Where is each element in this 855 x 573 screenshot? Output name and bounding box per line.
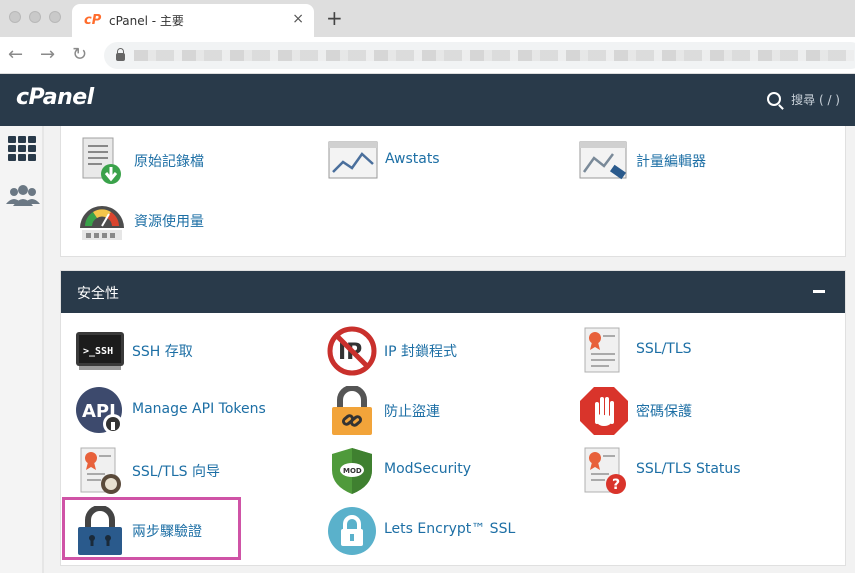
- apps-grid-icon[interactable]: [8, 136, 37, 161]
- metrics-panel: 原始記錄檔 Awstats 計量編輯器 資源使用量: [60, 126, 846, 257]
- resource-usage-label: 資源使用量: [134, 214, 204, 230]
- window-close-dot[interactable]: [9, 11, 21, 23]
- raw-log-label: 原始記錄檔: [134, 154, 204, 170]
- ip-blocker-label: IP 封鎖程式: [384, 344, 458, 360]
- forward-button[interactable]: →: [40, 44, 55, 65]
- modsecurity-shield-icon: MOD: [332, 448, 372, 494]
- api-token-icon: API: [76, 387, 123, 434]
- lets-encrypt-label: Lets Encrypt™ SSL: [384, 521, 516, 537]
- hotlink-label: 防止盜連: [384, 404, 440, 420]
- modsecurity-label: ModSecurity: [384, 461, 472, 477]
- metrics-editor-label: 計量編輯器: [636, 154, 706, 170]
- ssl-certificate-icon: [584, 327, 620, 373]
- cpanel-header: cPanel 搜尋 ( / ): [0, 74, 855, 126]
- svg-text:?: ?: [612, 477, 620, 493]
- search-button[interactable]: 搜尋 ( / ): [767, 91, 840, 108]
- ssh-label: SSH 存取: [132, 344, 193, 360]
- new-tab-button[interactable]: +: [326, 6, 343, 30]
- two-factor-highlight-box: [62, 497, 241, 560]
- left-sidebar: [0, 126, 44, 573]
- browser-toolbar: ← → ↻: [0, 37, 855, 74]
- password-protect-label: 密碼保護: [636, 404, 692, 420]
- collapse-minus-icon[interactable]: [813, 290, 825, 293]
- browser-tab[interactable]: cP cPanel - 主要 ×: [72, 4, 314, 37]
- ssh-icon: >_SSH: [76, 332, 124, 370]
- browser-tab-bar: cP cPanel - 主要 × +: [0, 0, 855, 37]
- reload-button[interactable]: ↻: [72, 44, 87, 65]
- search-icon: [767, 92, 782, 106]
- metrics-editor-icon: [579, 141, 627, 180]
- svg-text:MOD: MOD: [343, 467, 362, 475]
- ip-blocker-icon: IP: [327, 326, 377, 376]
- security-section-header[interactable]: 安全性: [61, 271, 845, 313]
- ssl-wizard-label: SSL/TLS 向导: [132, 464, 220, 480]
- awstats-icon: [328, 141, 378, 179]
- awstats-label: Awstats: [385, 151, 440, 167]
- tab-title: cPanel - 主要: [109, 14, 184, 28]
- ssl-wizard-icon: [80, 447, 121, 494]
- ssl-status-label: SSL/TLS Status: [636, 461, 741, 477]
- search-label: 搜尋 ( / ): [791, 93, 840, 107]
- cpanel-logo[interactable]: cPanel: [16, 85, 94, 110]
- section-title: 安全性: [77, 286, 119, 302]
- lock-icon: [116, 48, 125, 61]
- lets-encrypt-icon: [328, 507, 376, 555]
- resource-usage-icon: [80, 206, 124, 240]
- window-zoom-dot[interactable]: [49, 11, 61, 23]
- cpanel-favicon-icon: cP: [84, 13, 102, 28]
- stop-hand-icon: [580, 387, 628, 435]
- ssl-tls-label: SSL/TLS: [636, 341, 692, 357]
- svg-text:>_SSH: >_SSH: [83, 346, 113, 357]
- address-bar[interactable]: [104, 42, 855, 69]
- back-button[interactable]: ←: [8, 44, 23, 65]
- users-icon[interactable]: [5, 184, 41, 208]
- ssl-status-icon: ?: [584, 447, 626, 494]
- api-tokens-label: Manage API Tokens: [132, 401, 266, 417]
- blurred-url: [134, 50, 854, 61]
- tab-close-icon[interactable]: ×: [292, 11, 304, 27]
- window-minimize-dot[interactable]: [29, 11, 41, 23]
- raw-log-icon: [82, 137, 121, 184]
- hotlink-chain-lock-icon: [332, 386, 372, 435]
